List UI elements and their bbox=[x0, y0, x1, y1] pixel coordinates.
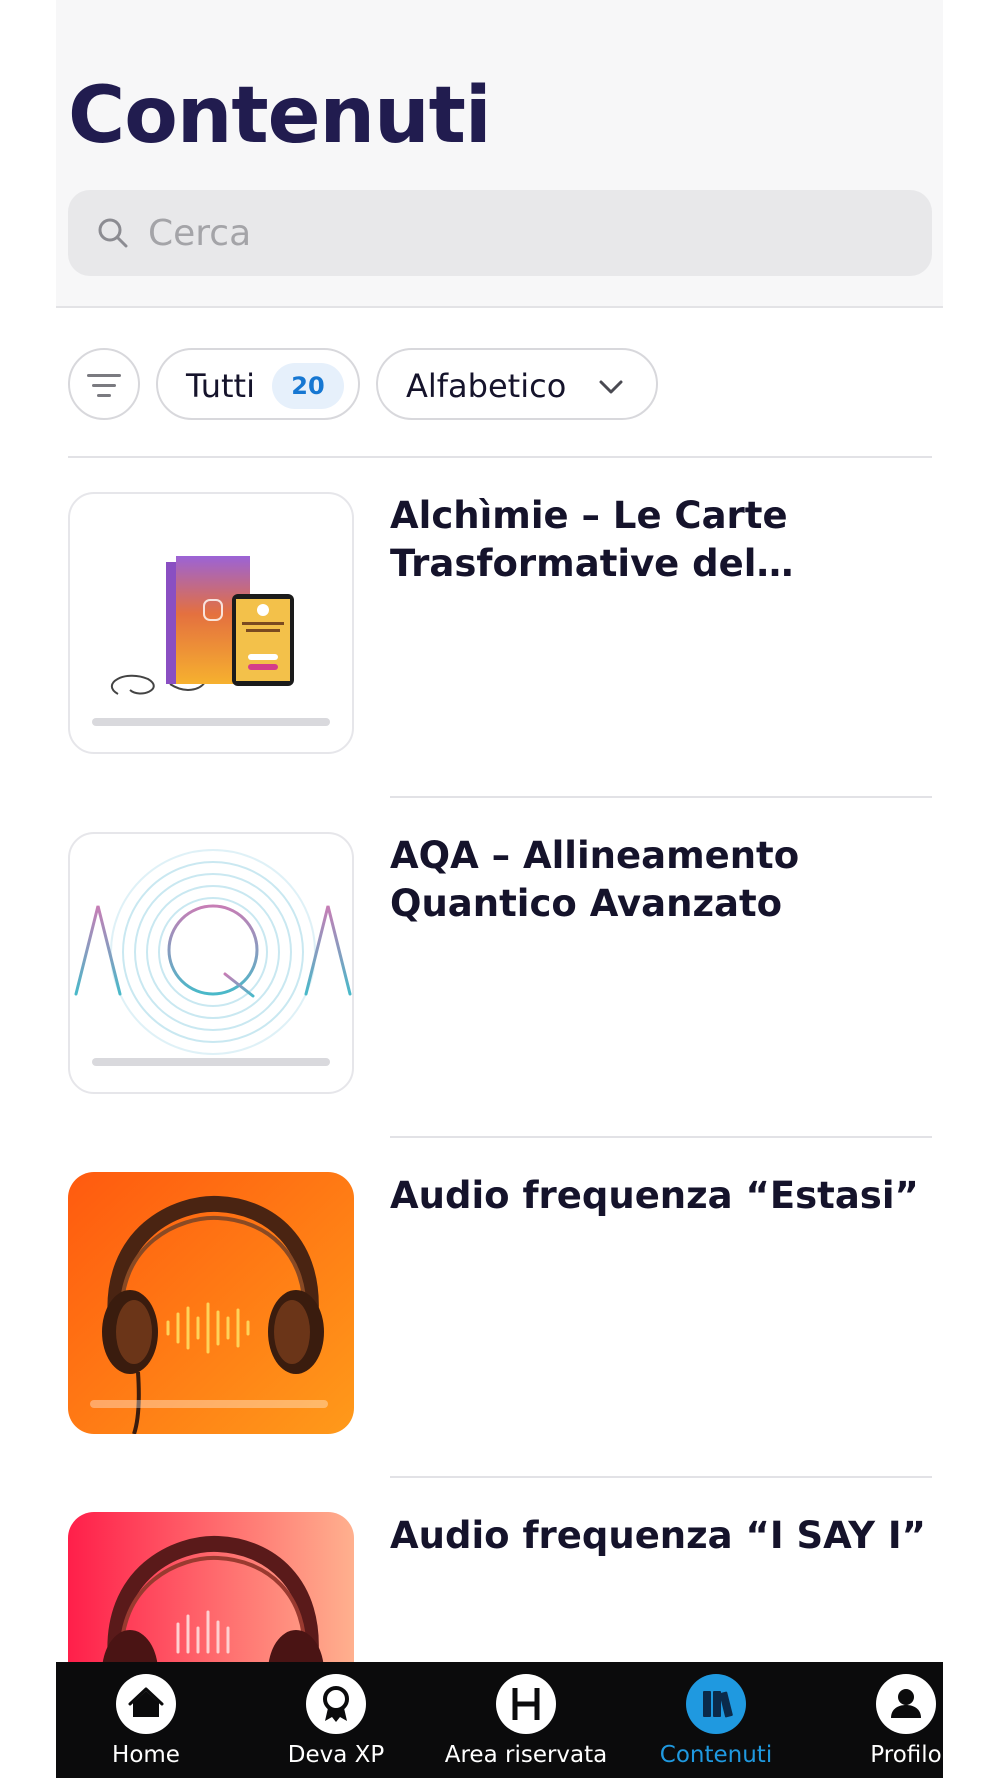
progress-bar bbox=[92, 1058, 330, 1066]
chevron-down-icon bbox=[599, 380, 623, 394]
filter-icon bbox=[87, 374, 121, 377]
tab-area-riservata[interactable]: Area riservata bbox=[436, 1662, 616, 1778]
tab-home[interactable]: Home bbox=[56, 1662, 236, 1778]
tab-contenuti[interactable]: Contenuti bbox=[626, 1662, 806, 1778]
progress-bar bbox=[90, 1400, 328, 1408]
bottom-tab-bar: Home Deva XP Area riservata Contenuti Pr… bbox=[56, 1662, 943, 1778]
tab-label: Home bbox=[112, 1742, 180, 1768]
search-icon bbox=[98, 218, 128, 248]
count-badge: 20 bbox=[272, 363, 344, 409]
headphones-orange-image bbox=[68, 1172, 354, 1434]
tab-deva-xp[interactable]: Deva XP bbox=[246, 1662, 426, 1778]
item-thumbnail bbox=[68, 1172, 354, 1434]
item-title: AQA – Allineamento Quantico Avanzato bbox=[390, 834, 800, 925]
list-item[interactable]: Alchìmie – Le Carte Trasformative del Ce… bbox=[68, 492, 932, 754]
h-letter-icon bbox=[512, 1688, 540, 1720]
divider bbox=[390, 1136, 932, 1138]
divider bbox=[390, 1476, 932, 1478]
home-icon bbox=[128, 1687, 164, 1717]
search-bar[interactable] bbox=[68, 190, 932, 276]
item-title: Alchìmie – Le Carte Trasformative del Ce… bbox=[390, 494, 788, 585]
sort-dropdown[interactable]: Alfabetico bbox=[376, 348, 658, 420]
header: Contenuti bbox=[56, 0, 943, 308]
tab-profilo[interactable]: Profilo bbox=[816, 1662, 943, 1778]
item-thumbnail bbox=[68, 832, 354, 1094]
aqa-logo-image bbox=[74, 849, 352, 1055]
all-filter-chip[interactable]: Tutti 20 bbox=[156, 348, 360, 420]
item-thumbnail bbox=[68, 492, 354, 754]
app-screen: Contenuti Tutti 20 Alfabetico bbox=[56, 0, 943, 1778]
all-filter-label: Tutti bbox=[186, 367, 255, 405]
item-title: Audio frequenza “Estasi” bbox=[390, 1174, 919, 1217]
page-title: Contenuti bbox=[68, 71, 492, 161]
user-icon bbox=[891, 1689, 921, 1718]
tab-label: Deva XP bbox=[287, 1742, 385, 1768]
divider bbox=[390, 796, 932, 798]
list-item[interactable]: Audio frequenza “Estasi” bbox=[68, 1172, 932, 1434]
product-box-tablet-image bbox=[110, 556, 294, 695]
search-input[interactable] bbox=[148, 190, 908, 276]
list-item[interactable]: AQA – Allineamento Quantico Avanzato bbox=[68, 832, 932, 1094]
filter-button[interactable] bbox=[68, 348, 140, 420]
books-icon bbox=[703, 1691, 733, 1718]
item-title: Audio frequenza “I SAY I” bbox=[390, 1514, 926, 1557]
divider bbox=[68, 456, 932, 458]
tab-label: Contenuti bbox=[659, 1742, 773, 1768]
progress-bar bbox=[92, 718, 330, 726]
tab-label: Profilo bbox=[870, 1742, 942, 1768]
badge-icon bbox=[323, 1686, 349, 1722]
tab-label: Area riservata bbox=[444, 1742, 608, 1768]
sort-label: Alfabetico bbox=[406, 367, 567, 405]
